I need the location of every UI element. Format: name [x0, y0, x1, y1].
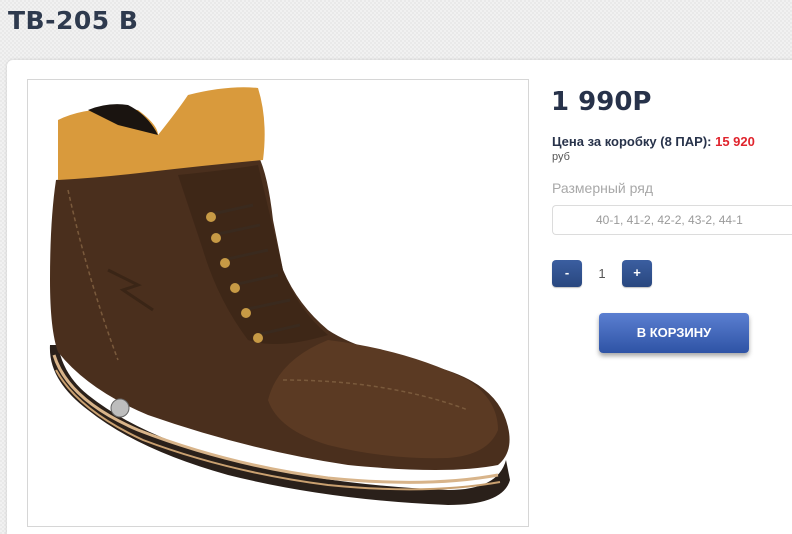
- boot-image: [49, 87, 511, 505]
- box-price-value: 15 920: [715, 134, 755, 149]
- page-title: TB-205 B: [8, 6, 139, 35]
- size-row-select[interactable]: 40-1, 41-2, 42-2, 43-2, 44-1: [552, 205, 792, 235]
- currency-label: руб: [552, 151, 570, 163]
- product-image[interactable]: [27, 79, 529, 527]
- box-price-label: Цена за коробку (8 ПАР):: [552, 134, 716, 149]
- product-price: 1 990Р: [551, 87, 652, 117]
- box-price: Цена за коробку (8 ПАР): 15 920: [552, 134, 755, 149]
- size-row-label: Размерный ряд: [552, 180, 654, 196]
- quantity-input[interactable]: 1: [582, 260, 622, 287]
- quantity-decrease-button[interactable]: -: [552, 260, 582, 287]
- quantity-increase-button[interactable]: +: [622, 260, 652, 287]
- add-to-cart-button[interactable]: В КОРЗИНУ: [599, 313, 749, 353]
